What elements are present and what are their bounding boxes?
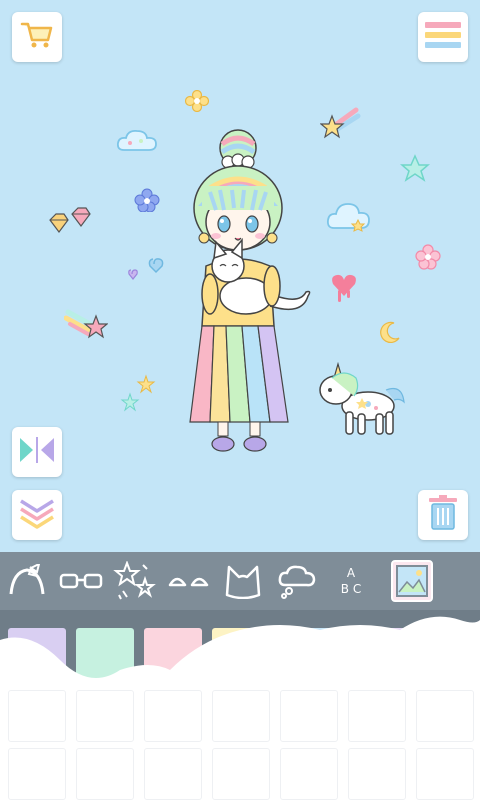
item-slot[interactable]	[8, 690, 66, 742]
hearts-sticker[interactable]	[124, 256, 168, 286]
color-swatch-lavender[interactable]	[8, 628, 66, 680]
sparkle-icon	[113, 561, 157, 601]
star-sticker[interactable]	[400, 154, 430, 182]
text-abc-icon: A B C	[341, 567, 361, 595]
item-slot[interactable]	[348, 748, 406, 800]
category-hair-accessory[interactable]	[0, 552, 54, 610]
shopping-cart-icon	[20, 20, 54, 55]
item-slot[interactable]	[144, 690, 202, 742]
item-slot[interactable]	[280, 748, 338, 800]
color-swatch-blue[interactable]	[280, 628, 338, 680]
color-swatch-pink[interactable]	[144, 628, 202, 680]
item-slot[interactable]	[76, 690, 134, 742]
delete-button[interactable]	[418, 490, 468, 540]
item-grid	[0, 690, 480, 800]
abc-top-letter: A	[346, 566, 356, 580]
item-slot[interactable]	[212, 748, 270, 800]
category-background[interactable]	[378, 552, 446, 610]
item-slot[interactable]	[416, 748, 474, 800]
headband-icon	[7, 564, 47, 598]
category-sparkle-effects[interactable]	[108, 552, 162, 610]
color-swatch-mint[interactable]	[76, 628, 134, 680]
unicorn-sticker[interactable]	[316, 362, 412, 440]
glasses-icon	[59, 571, 103, 591]
color-swatch-purple[interactable]	[348, 628, 406, 680]
eyebrows-icon	[167, 571, 211, 591]
character-avatar[interactable]	[180, 126, 320, 460]
flip-icon	[18, 435, 56, 470]
abc-bottom-letters: B C	[340, 582, 362, 596]
item-slot[interactable]	[280, 690, 338, 742]
flower-sticker[interactable]	[185, 90, 209, 112]
item-slot[interactable]	[212, 690, 270, 742]
blue-flower-sticker[interactable]	[134, 188, 160, 212]
small-stars-sticker[interactable]	[120, 374, 160, 414]
moon-sticker[interactable]	[378, 320, 402, 344]
item-slot[interactable]	[348, 690, 406, 742]
cloud-star-sticker[interactable]	[326, 200, 372, 234]
dressup-stage	[0, 0, 480, 552]
background-image-icon	[391, 560, 433, 602]
category-eyebrows[interactable]	[162, 552, 216, 610]
category-glasses[interactable]	[54, 552, 108, 610]
item-slot[interactable]	[76, 748, 134, 800]
dripping-heart-sticker[interactable]	[330, 272, 358, 308]
layer-down-icon	[18, 497, 56, 534]
gems-sticker[interactable]	[46, 206, 98, 238]
trash-icon	[427, 494, 459, 536]
shooting-star-sticker[interactable]	[320, 106, 362, 142]
color-swatch-yellow[interactable]	[212, 628, 270, 680]
category-text[interactable]: A B C	[324, 552, 378, 610]
menu-button[interactable]	[418, 12, 468, 62]
item-slot[interactable]	[416, 690, 474, 742]
flip-button[interactable]	[12, 427, 62, 477]
cat-ears-icon	[223, 563, 263, 599]
color-swatch-white[interactable]	[416, 628, 474, 680]
category-speech-bubble[interactable]	[270, 552, 324, 610]
item-slot[interactable]	[8, 748, 66, 800]
menu-icon	[424, 20, 462, 55]
category-ears[interactable]	[216, 552, 270, 610]
item-slot[interactable]	[144, 748, 202, 800]
category-toolbar: A B C	[0, 552, 480, 610]
shooting-star-sticker-2[interactable]	[64, 304, 108, 340]
thought-bubble-icon	[277, 563, 317, 599]
cloud-sticker[interactable]	[116, 128, 158, 154]
layer-down-button[interactable]	[12, 490, 62, 540]
shop-button[interactable]	[12, 12, 62, 62]
pink-flower-sticker[interactable]	[414, 244, 442, 270]
